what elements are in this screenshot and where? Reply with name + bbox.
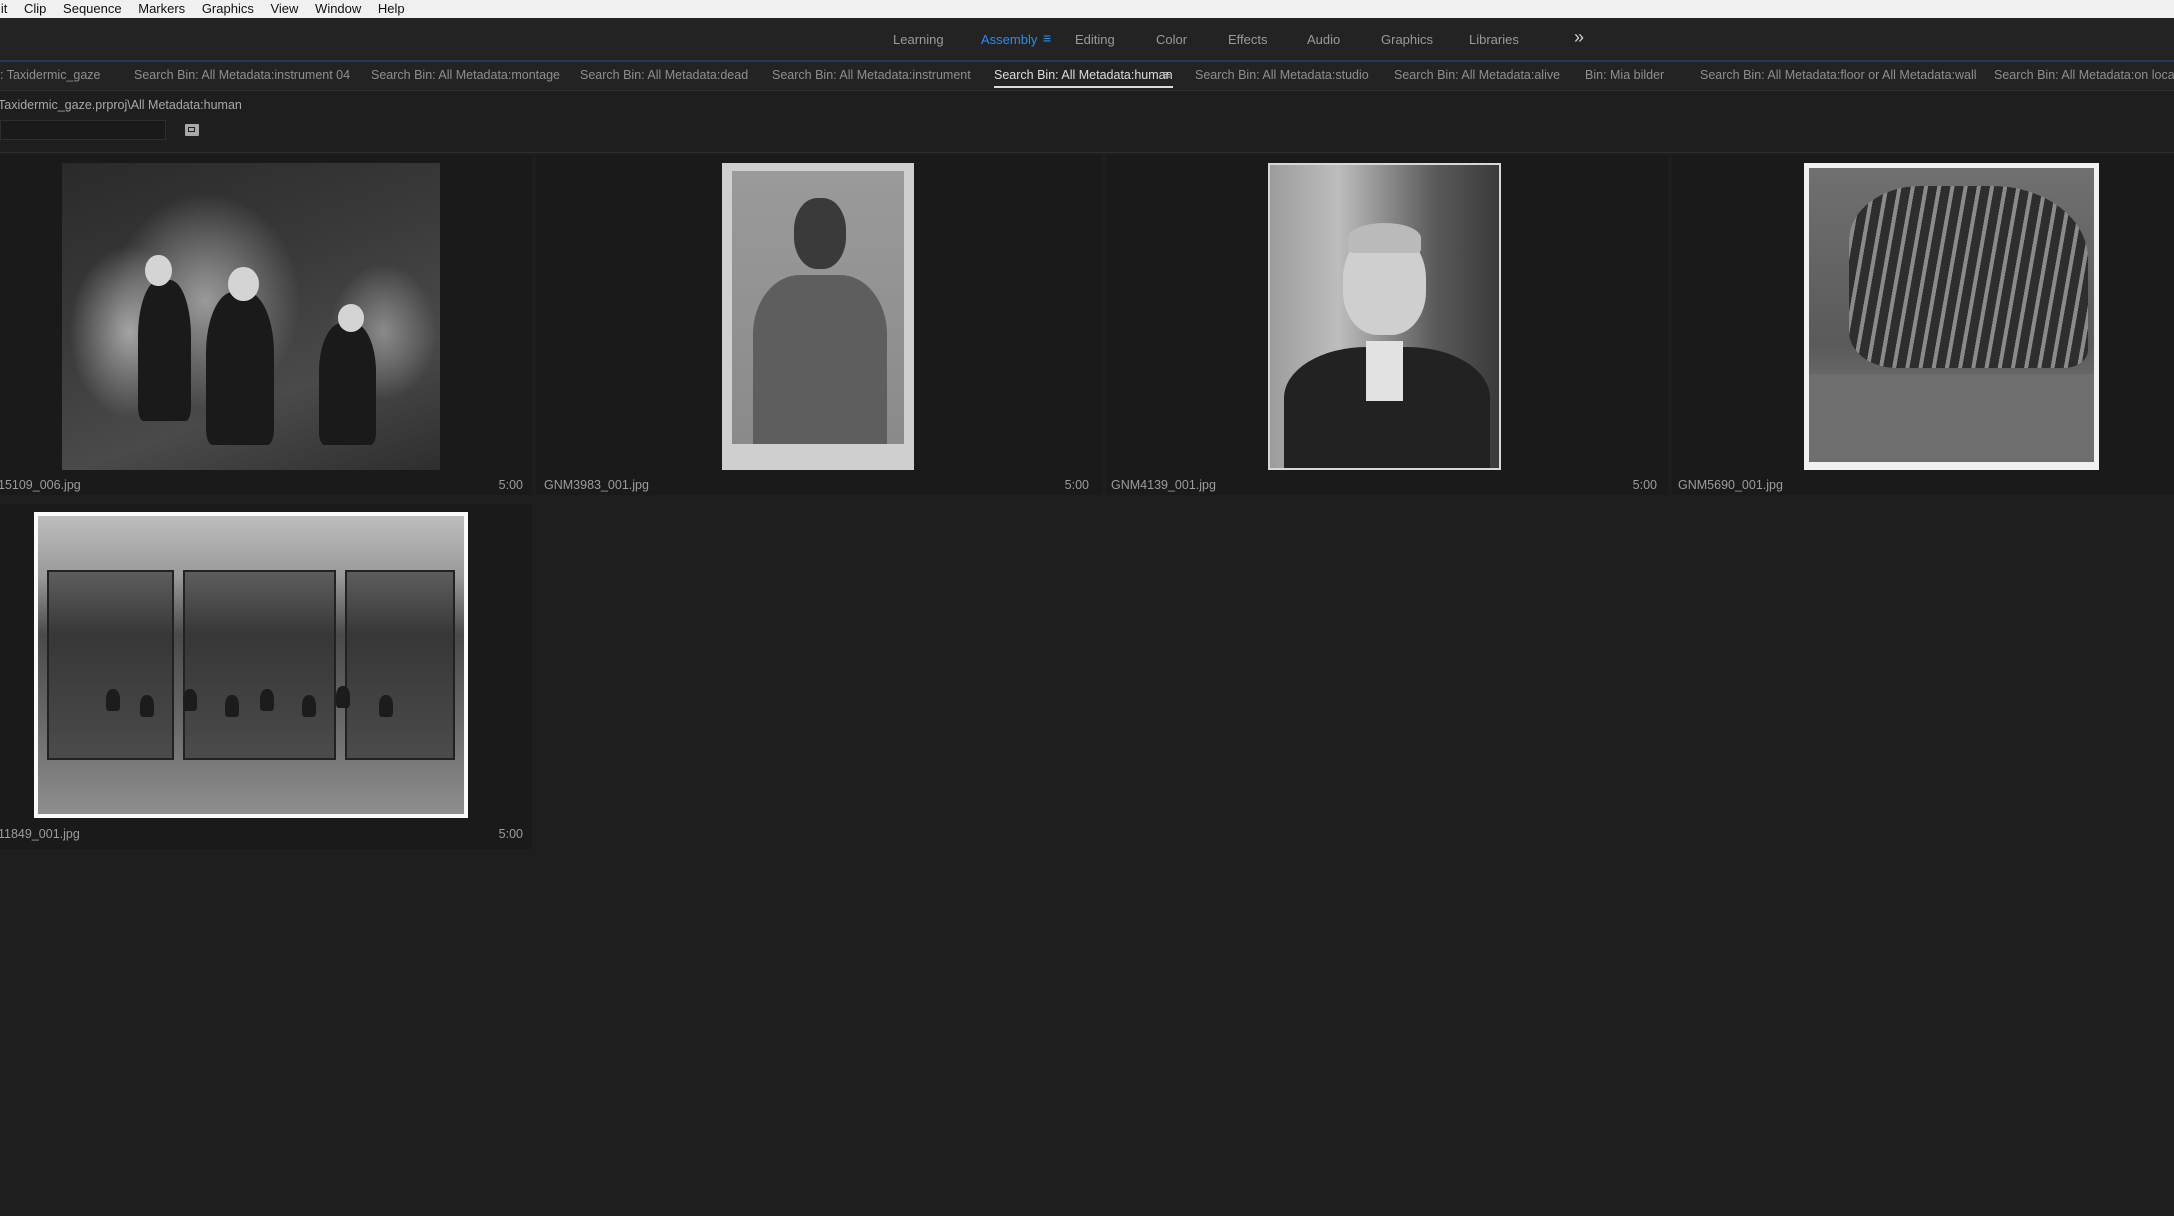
portrait-photo-icon (722, 163, 914, 470)
clip-item[interactable]: GNM4139_001.jpg 5:00 (1106, 155, 1668, 495)
clip-duration: 5:00 (1632, 478, 1657, 492)
outdoor-group-photo-icon (62, 163, 440, 470)
menu-item-sequence[interactable]: Sequence (63, 0, 122, 18)
tab-human[interactable]: Search Bin: All Metadata:human (994, 68, 1173, 88)
new-search-bin-icon[interactable] (185, 124, 199, 136)
menu-item-markers[interactable]: Markers (138, 0, 185, 18)
clip-item[interactable]: GNM5690_001.jpg (1672, 155, 2174, 495)
panel-divider (0, 152, 2174, 153)
clip-item[interactable]: 11849_001.jpg 5:00 (0, 504, 532, 849)
workspace-audio[interactable]: Audio (1307, 32, 1340, 47)
workspace-learning[interactable]: Learning (893, 32, 944, 47)
menu-item-clip[interactable]: Clip (24, 0, 46, 18)
tab-project[interactable]: : Taxidermic_gaze (0, 68, 101, 82)
tab-mia-bilder[interactable]: Bin: Mia bilder (1585, 68, 1664, 82)
menu-item-window[interactable]: Window (315, 0, 361, 18)
clip-item[interactable]: GNM3983_001.jpg 5:00 (536, 155, 1102, 495)
menu-item-help[interactable]: Help (378, 0, 405, 18)
bin-path: Taxidermic_gaze.prproj\All Metadata:huma… (0, 98, 242, 112)
tab-dead[interactable]: Search Bin: All Metadata:dead (580, 68, 748, 82)
search-input[interactable] (0, 120, 166, 140)
tab-instrument[interactable]: Search Bin: All Metadata:instrument (772, 68, 971, 82)
taxidermy-photo-icon (1804, 163, 2099, 470)
tab-floor-or-wall[interactable]: Search Bin: All Metadata:floor or All Me… (1700, 68, 1977, 82)
workspace-effects[interactable]: Effects (1228, 32, 1268, 47)
clip-item[interactable]: 15109_006.jpg 5:00 (0, 155, 532, 495)
menu-bar: lit Clip Sequence Markers Graphics View … (0, 0, 2174, 18)
clip-duration: 5:00 (1064, 478, 1089, 492)
tab-montage[interactable]: Search Bin: All Metadata:montage (371, 68, 560, 82)
workspace-color[interactable]: Color (1156, 32, 1187, 47)
tab-instrument-04[interactable]: Search Bin: All Metadata:instrument 04 (134, 68, 350, 82)
tab-studio[interactable]: Search Bin: All Metadata:studio (1195, 68, 1369, 82)
menu-item-view[interactable]: View (270, 0, 298, 18)
workspace-assembly[interactable]: Assembly (981, 32, 1037, 47)
clip-duration: 5:00 (498, 827, 523, 841)
more-workspaces-icon[interactable]: » (1574, 27, 1584, 48)
man-portrait-photo-icon (1268, 163, 1501, 470)
tab-menu-icon[interactable]: ≡ (1163, 67, 1171, 82)
workspace-menu-icon[interactable]: ≡ (1043, 30, 1051, 46)
workspace-graphics[interactable]: Graphics (1381, 32, 1433, 47)
menu-item-edit[interactable]: lit (0, 0, 7, 18)
tab-on-location[interactable]: Search Bin: All Metadata:on location (1994, 68, 2174, 82)
bin-tabs: : Taxidermic_gaze Search Bin: All Metada… (0, 62, 2174, 91)
clip-name: 11849_001.jpg (0, 827, 80, 841)
clip-name: GNM4139_001.jpg (1111, 478, 1216, 492)
clip-duration: 5:00 (498, 478, 523, 492)
museum-class-photo-icon (34, 512, 468, 818)
menu-item-graphics[interactable]: Graphics (202, 0, 254, 18)
clip-name: GNM5690_001.jpg (1678, 478, 1783, 492)
workspace-editing[interactable]: Editing (1075, 32, 1115, 47)
clip-name: GNM3983_001.jpg (544, 478, 649, 492)
workspace-libraries[interactable]: Libraries (1469, 32, 1519, 47)
clip-name: 15109_006.jpg (0, 478, 81, 492)
tab-alive[interactable]: Search Bin: All Metadata:alive (1394, 68, 1560, 82)
workspace-bar: Learning Assembly ≡ Editing Color Effect… (0, 18, 2174, 62)
